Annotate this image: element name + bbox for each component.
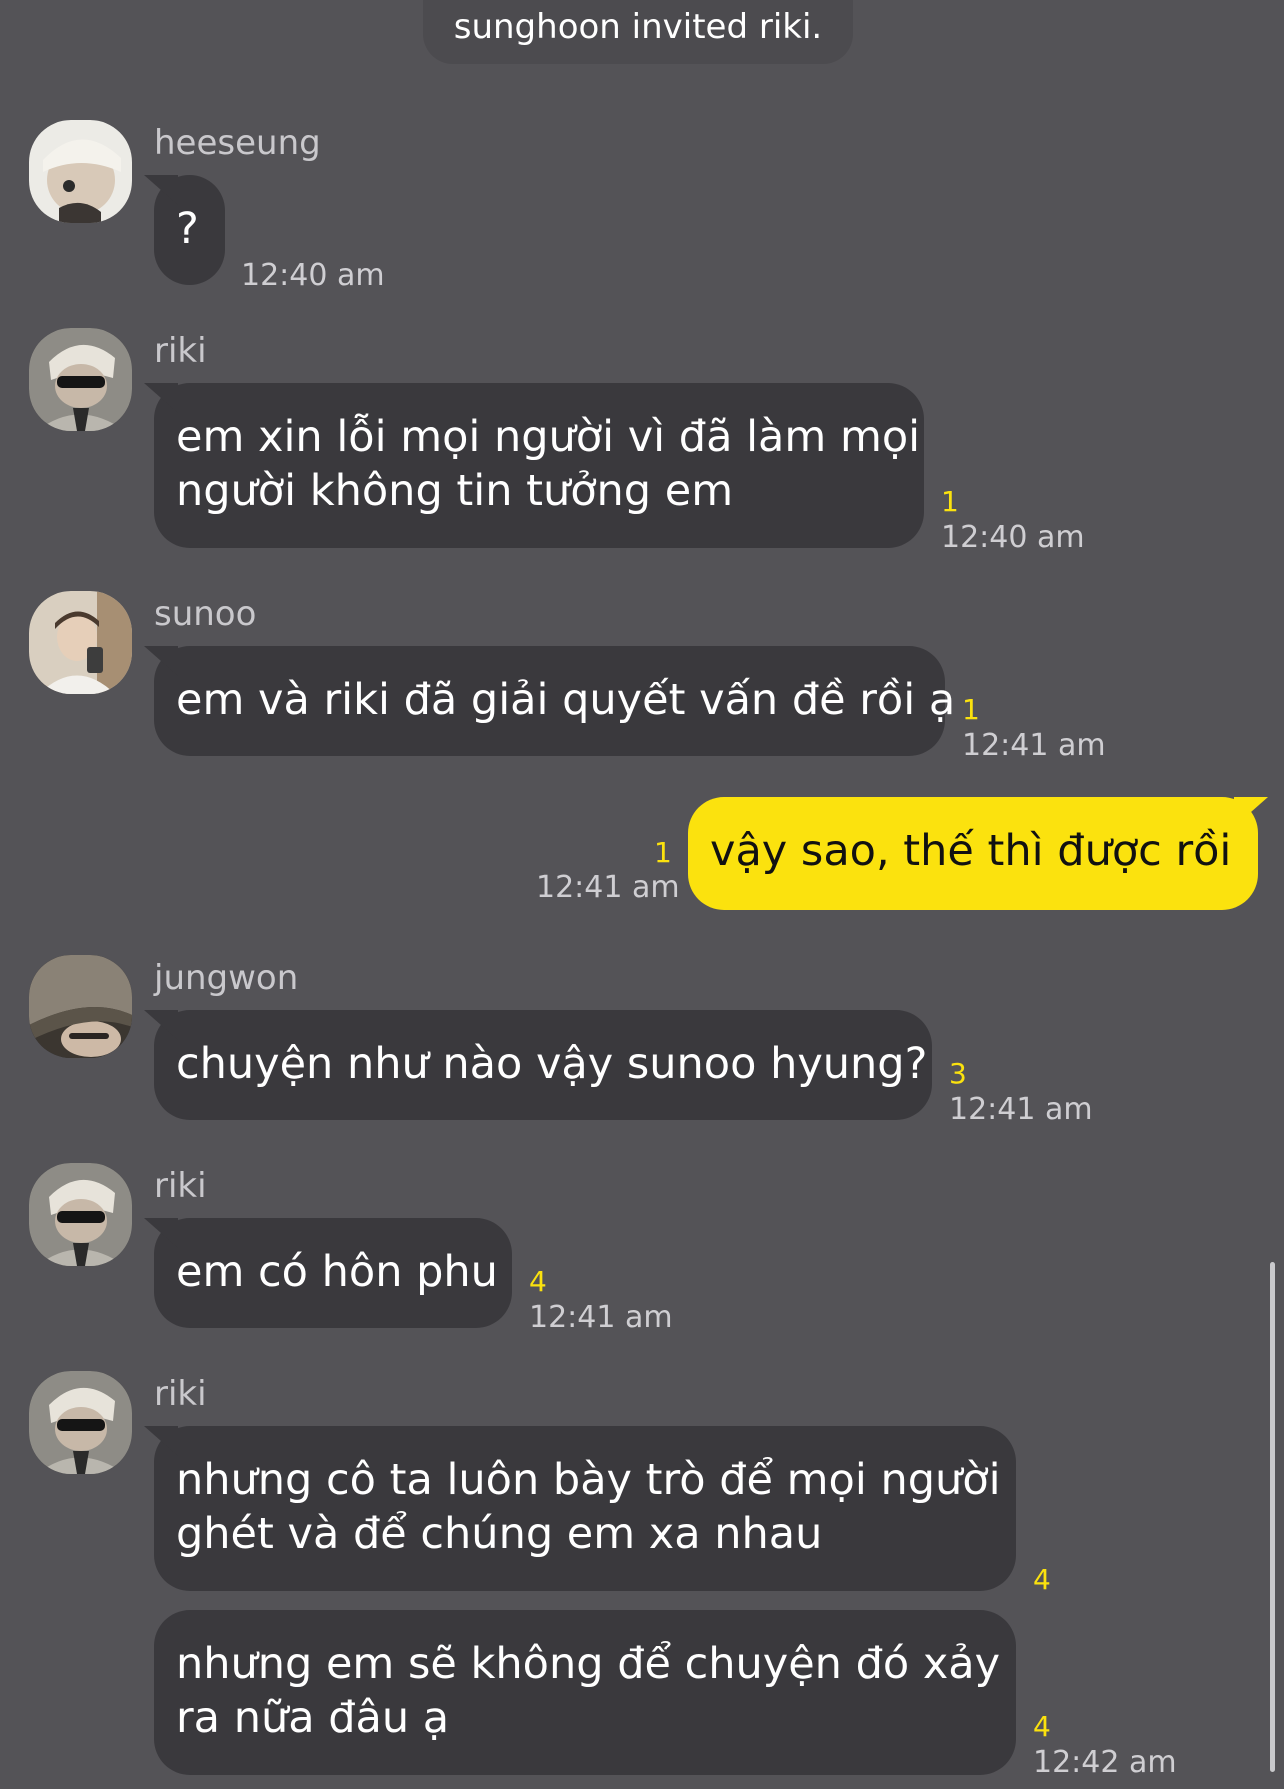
avatar-riki[interactable] [29, 1163, 132, 1266]
sender-name: riki [154, 331, 207, 371]
message-time: 12:42 am [1033, 1745, 1177, 1780]
unread-count: 1 [962, 693, 980, 726]
message-text: chuyện như nào vậy sunoo hyung? [176, 1039, 928, 1089]
message-text-line: ra nữa đâu ạ [176, 1693, 450, 1743]
sender-name: heeseung [154, 123, 321, 163]
message-time: 12:40 am [241, 258, 385, 293]
message-text-line: nhưng cô ta luôn bày trò để mọi người [176, 1455, 1001, 1505]
message-text-line: ghét và để chúng em xa nhau [176, 1509, 823, 1559]
message-time: 12:41 am [949, 1092, 1093, 1127]
avatar-sunoo[interactable] [29, 591, 132, 694]
system-message: sunghoon invited riki. [423, 0, 853, 64]
message-bubble[interactable]: ? [154, 175, 225, 285]
message-text-line: em xin lỗi mọi người vì đã làm mọi [176, 412, 921, 462]
message-time: 12:40 am [941, 520, 1085, 555]
avatar-heeseung[interactable] [29, 120, 132, 223]
unread-count: 3 [949, 1057, 967, 1090]
message-time: 12:41 am [962, 728, 1106, 763]
message-time: 12:41 am [529, 1300, 673, 1335]
unread-count: 4 [1033, 1563, 1051, 1596]
sender-name: sunoo [154, 594, 257, 634]
message-bubble[interactable]: em có hôn phu [154, 1218, 512, 1328]
message-text: em và riki đã giải quyết vấn đề rồi ạ [176, 675, 956, 725]
message-bubble[interactable]: nhưng em sẽ không để chuyện đó xảy ra nữ… [154, 1610, 1016, 1775]
avatar-riki[interactable] [29, 1371, 132, 1474]
message-bubble[interactable]: em xin lỗi mọi người vì đã làm mọi người… [154, 383, 924, 548]
message-bubble[interactable]: em và riki đã giải quyết vấn đề rồi ạ [154, 646, 955, 756]
message-bubble[interactable]: chuyện như nào vậy sunoo hyung? [154, 1010, 932, 1120]
unread-count: 1 [654, 836, 672, 869]
avatar-jungwon[interactable] [29, 955, 132, 1058]
message-bubble[interactable]: nhưng cô ta luôn bày trò để mọi người gh… [154, 1426, 1016, 1591]
message-text-line: nhưng em sẽ không để chuyện đó xảy [176, 1639, 1001, 1689]
scrollbar[interactable] [1270, 1262, 1275, 1772]
unread-count: 4 [529, 1265, 547, 1298]
unread-count: 1 [941, 485, 959, 518]
message-text: vậy sao, thế thì được rồi [710, 826, 1232, 876]
message-text: em có hôn phu [176, 1247, 498, 1297]
message-text-line: người không tin tưởng em [176, 466, 734, 516]
sender-name: riki [154, 1166, 207, 1206]
my-message-bubble[interactable]: vậy sao, thế thì được rồi [688, 797, 1258, 910]
avatar-riki[interactable] [29, 328, 132, 431]
message-time: 12:41 am [536, 870, 680, 905]
sender-name: jungwon [154, 958, 299, 998]
sender-name: riki [154, 1374, 207, 1414]
unread-count: 4 [1033, 1710, 1051, 1743]
message-text: ? [176, 204, 199, 254]
